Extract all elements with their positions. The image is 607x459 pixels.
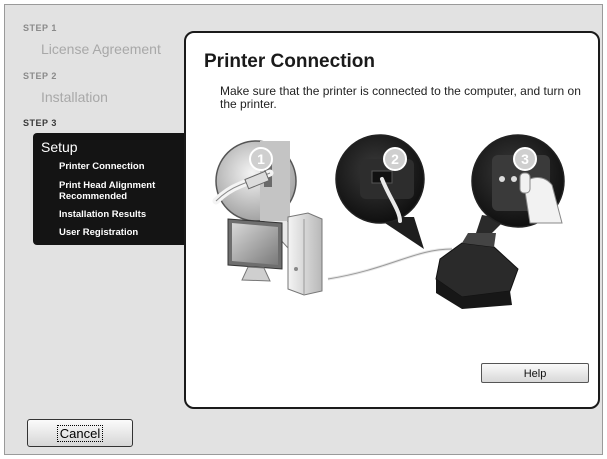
step1-label: STEP 1 [23, 23, 57, 33]
svg-text:2: 2 [391, 151, 399, 167]
printer-illustration [435, 233, 519, 309]
page-title: Printer Connection [204, 51, 376, 72]
setup-item-print-head-alignment: Print Head Alignment Recommended [59, 180, 156, 202]
cancel-button-label: Cancel [56, 424, 104, 442]
svg-text:1: 1 [257, 151, 265, 167]
step2-label: STEP 2 [23, 71, 57, 81]
content-panel: Printer Connection Make sure that the pr… [184, 31, 600, 409]
step3-label: STEP 3 [23, 118, 57, 128]
setup-item-printer-connection: Printer Connection [59, 161, 145, 172]
setup-title: Setup [41, 139, 78, 155]
step-badge-2: 2 [383, 147, 407, 171]
step-badge-3: 3 [513, 147, 537, 171]
setup-item-user-registration: User Registration [59, 227, 139, 238]
step1-title: License Agreement [41, 41, 161, 57]
setup-step-block: Setup Printer Connection Print Head Alig… [33, 133, 185, 245]
usb-cable [327, 247, 453, 281]
printer-connection-illustration: 1 2 3 [212, 134, 565, 309]
help-button[interactable]: Help [481, 363, 589, 383]
computer-illustration [227, 212, 323, 296]
svg-text:3: 3 [521, 151, 529, 167]
instruction-text: Make sure that the printer is connected … [220, 84, 581, 111]
step-badge-1: 1 [249, 147, 273, 171]
setup-item-installation-results: Installation Results [59, 209, 147, 220]
step2-closeup [335, 134, 425, 249]
installer-window: STEP 1 License Agreement STEP 2 Installa… [4, 4, 603, 455]
steps-sidebar: STEP 1 License Agreement STEP 2 Installa… [5, 5, 185, 405]
cancel-button[interactable]: Cancel [27, 419, 133, 447]
step2-title: Installation [41, 89, 108, 105]
